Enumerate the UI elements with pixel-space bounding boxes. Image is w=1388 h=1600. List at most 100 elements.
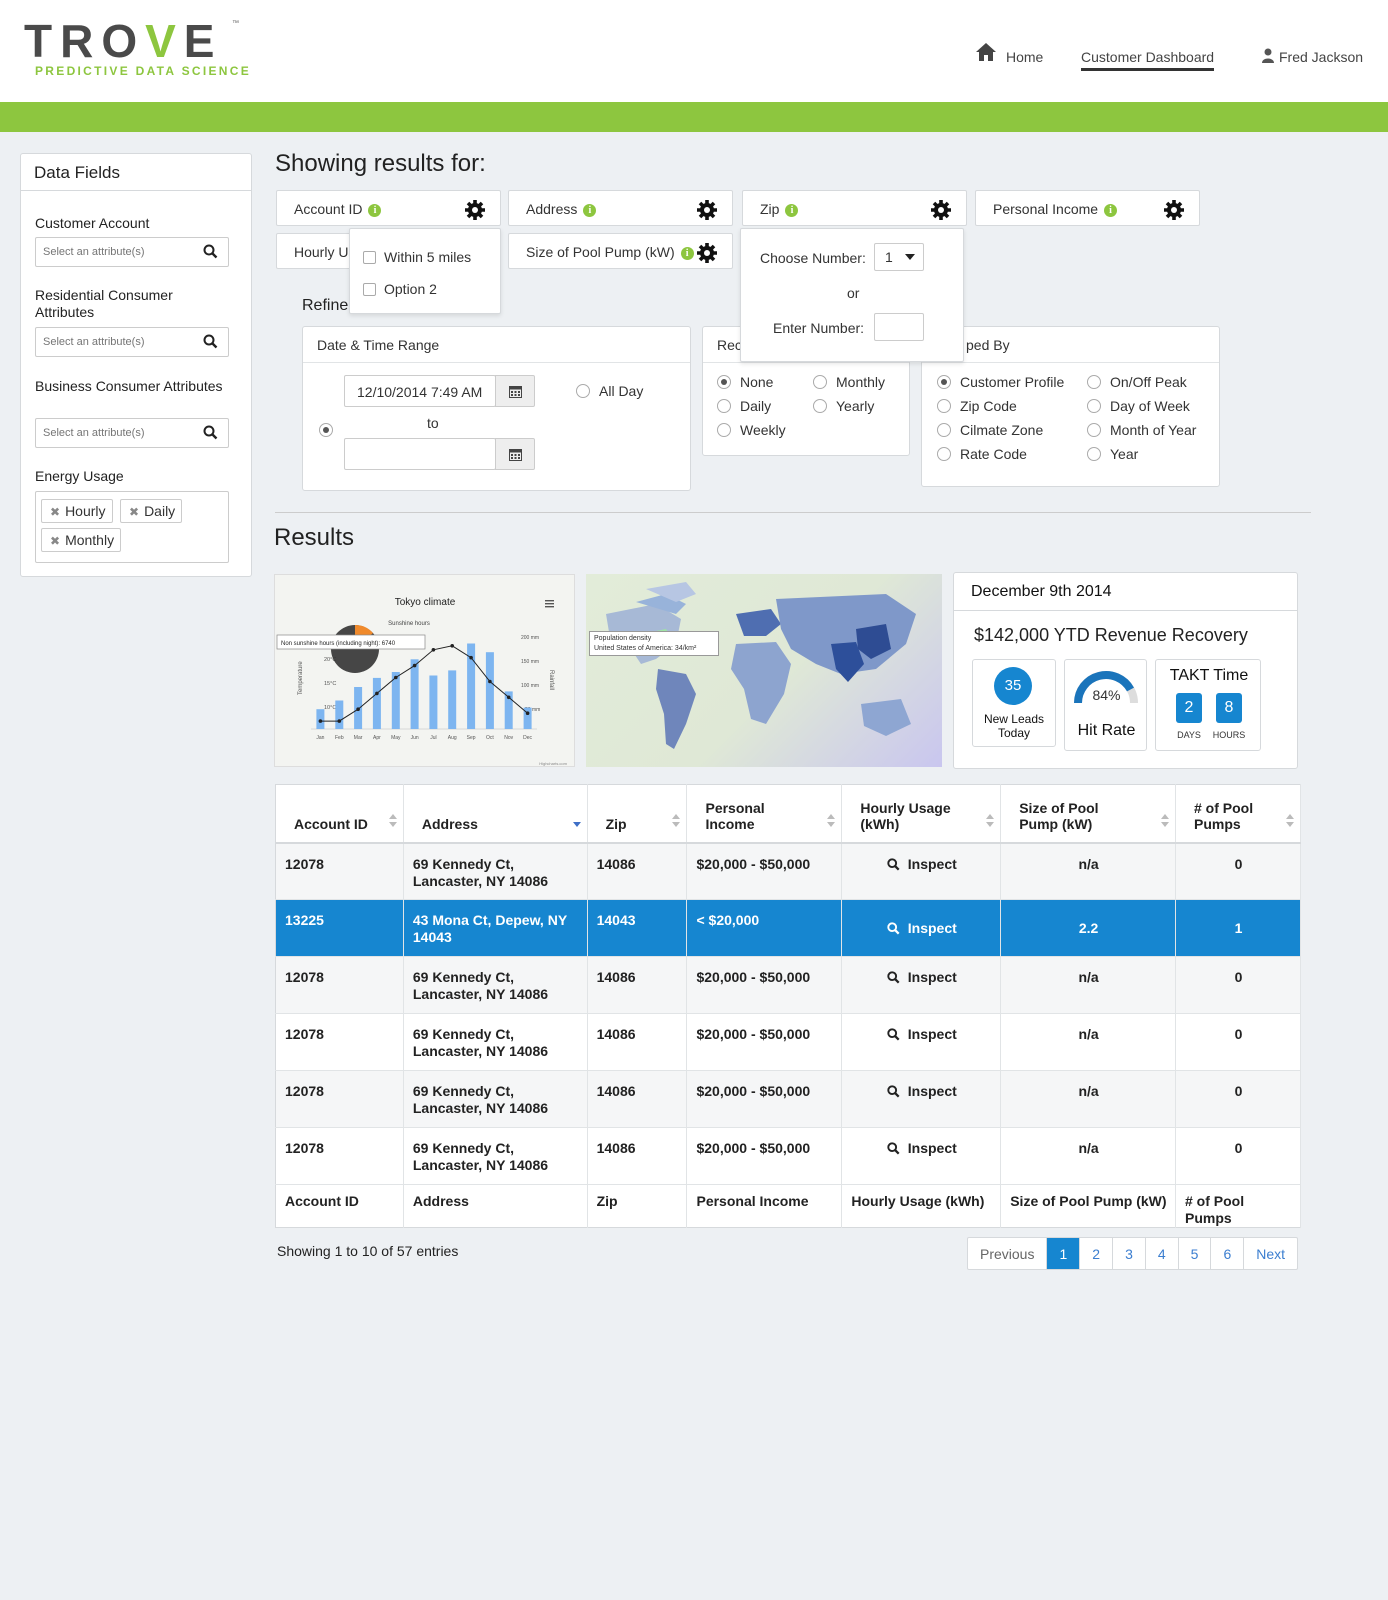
col-zip[interactable]: Zip xyxy=(587,784,688,844)
recurrence-daily[interactable]: Daily xyxy=(717,398,771,414)
tag-hourly[interactable]: ✖ Hourly xyxy=(41,499,113,523)
pagination-page-5[interactable]: 5 xyxy=(1179,1238,1212,1269)
residential-input[interactable] xyxy=(36,328,196,356)
chip-zip[interactable]: Zip i xyxy=(742,190,967,226)
calendar-button[interactable] xyxy=(495,438,535,470)
all-day-option[interactable]: All Day xyxy=(576,383,643,399)
gear-icon[interactable] xyxy=(464,199,486,221)
col-hourly-usage[interactable]: Hourly Usage (kWh) xyxy=(841,784,1002,844)
radio[interactable] xyxy=(576,384,590,398)
chip-personal-income[interactable]: Personal Income i xyxy=(975,190,1200,226)
col-pool-pump-count[interactable]: # of Pool Pumps xyxy=(1175,784,1301,844)
brand-logo[interactable]: TROVE xyxy=(24,14,222,68)
remove-icon[interactable]: ✖ xyxy=(50,505,60,519)
start-date-input[interactable]: 12/10/2014 7:49 AM xyxy=(344,375,496,407)
enter-number-input[interactable] xyxy=(874,313,924,341)
radio[interactable] xyxy=(937,447,951,461)
business-input[interactable] xyxy=(36,419,196,447)
tag-monthly[interactable]: ✖ Monthly xyxy=(41,528,122,552)
inspect-link[interactable]: Inspect xyxy=(887,969,957,985)
pagination-next[interactable]: Next xyxy=(1244,1238,1297,1269)
table-row[interactable]: 12078 69 Kennedy Ct, Lancaster, NY 14086 1… xyxy=(275,1127,1301,1185)
chip-address[interactable]: Address i xyxy=(508,190,733,226)
gear-icon[interactable] xyxy=(1163,199,1185,221)
home-icon[interactable] xyxy=(975,42,997,65)
inspect-link[interactable]: Inspect xyxy=(887,1140,957,1156)
tag-daily[interactable]: ✖ Daily xyxy=(120,499,183,523)
sort-icon[interactable] xyxy=(827,813,836,828)
nav-customer-dashboard[interactable]: Customer Dashboard xyxy=(1081,49,1215,71)
info-icon[interactable]: i xyxy=(583,204,597,217)
pagination-page-3[interactable]: 3 xyxy=(1113,1238,1146,1269)
radio[interactable] xyxy=(937,423,951,437)
group-on-off-peak[interactable]: On/Off Peak xyxy=(1087,374,1187,390)
group-day-of-week[interactable]: Day of Week xyxy=(1087,398,1190,414)
sort-icon[interactable] xyxy=(672,813,681,828)
inspect-link[interactable]: Inspect xyxy=(887,1026,957,1042)
search-icon[interactable] xyxy=(203,334,218,349)
group-zip-code[interactable]: Zip Code xyxy=(937,398,1017,414)
checkbox[interactable] xyxy=(363,283,376,296)
recurrence-none[interactable]: None xyxy=(717,374,773,390)
radio[interactable] xyxy=(1087,375,1101,389)
table-row[interactable]: 12078 69 Kennedy Ct, Lancaster, NY 14086 1… xyxy=(275,842,1301,900)
end-date-input[interactable] xyxy=(344,438,496,470)
customer-account-input[interactable] xyxy=(36,238,196,266)
info-icon[interactable]: i xyxy=(368,204,382,217)
info-icon[interactable]: i xyxy=(680,247,694,260)
date-range-radio[interactable] xyxy=(319,423,333,437)
choose-number-select[interactable]: 1 xyxy=(874,243,924,271)
sort-icon[interactable] xyxy=(1286,813,1294,828)
pagination-page-6[interactable]: 6 xyxy=(1211,1238,1245,1269)
radio[interactable] xyxy=(813,375,827,389)
recurrence-monthly[interactable]: Monthly xyxy=(813,374,885,390)
nav-home[interactable]: Home xyxy=(1006,49,1043,65)
pagination-page-1[interactable]: 1 xyxy=(1047,1238,1081,1269)
option-within-5-miles[interactable]: Within 5 miles xyxy=(363,249,471,265)
population-map-thumbnail[interactable]: Population density United States of Amer… xyxy=(586,574,942,767)
search-icon[interactable] xyxy=(203,425,218,440)
option-2[interactable]: Option 2 xyxy=(363,281,437,297)
recurrence-yearly[interactable]: Yearly xyxy=(813,398,874,414)
sort-desc-icon[interactable] xyxy=(572,814,581,828)
radio[interactable] xyxy=(717,375,731,389)
remove-icon[interactable]: ✖ xyxy=(129,505,139,519)
takt-time-card[interactable]: TAKT Time 2 8 DAYS HOURS xyxy=(1155,659,1261,751)
sort-icon[interactable] xyxy=(986,813,995,828)
inspect-link[interactable]: Inspect xyxy=(887,920,957,936)
table-row[interactable]: 12078 69 Kennedy Ct, Lancaster, NY 14086 1… xyxy=(275,1070,1301,1128)
table-row[interactable]: 12078 69 Kennedy Ct, Lancaster, NY 14086 1… xyxy=(275,956,1301,1014)
sort-icon[interactable] xyxy=(1161,813,1169,828)
hit-rate-card[interactable]: 84% Hit Rate xyxy=(1064,659,1147,751)
group-rate-code[interactable]: Rate Code xyxy=(937,446,1027,462)
recurrence-weekly[interactable]: Weekly xyxy=(717,422,786,438)
inspect-link[interactable]: Inspect xyxy=(887,856,957,872)
col-pool-pump-size[interactable]: Size of Pool Pump (kW) xyxy=(1000,784,1176,844)
info-icon[interactable]: i xyxy=(1104,204,1118,217)
customer-account-search[interactable] xyxy=(35,237,229,267)
radio[interactable] xyxy=(1087,423,1101,437)
table-row[interactable]: 12078 69 Kennedy Ct, Lancaster, NY 14086 1… xyxy=(275,1013,1301,1071)
radio[interactable] xyxy=(717,423,731,437)
search-icon[interactable] xyxy=(203,244,218,259)
inspect-link[interactable]: Inspect xyxy=(887,1083,957,1099)
col-address[interactable]: Address xyxy=(403,784,588,844)
group-year[interactable]: Year xyxy=(1087,446,1138,462)
chip-pool-pump[interactable]: Size of Pool Pump (kW) i xyxy=(508,233,733,269)
radio[interactable] xyxy=(937,375,951,389)
info-icon[interactable]: i xyxy=(785,204,799,217)
gear-icon[interactable] xyxy=(696,242,718,264)
radio[interactable] xyxy=(717,399,731,413)
sort-icon[interactable] xyxy=(388,813,397,828)
business-search[interactable] xyxy=(35,418,229,448)
climate-chart-thumbnail[interactable]: Tokyo climate Sunshine hours Temperature… xyxy=(274,574,575,767)
remove-icon[interactable]: ✖ xyxy=(50,534,60,548)
radio[interactable] xyxy=(1087,447,1101,461)
pagination-previous[interactable]: Previous xyxy=(968,1238,1048,1269)
gear-icon[interactable] xyxy=(930,199,952,221)
calendar-button[interactable] xyxy=(495,375,535,407)
group-month-of-year[interactable]: Month of Year xyxy=(1087,422,1196,438)
col-personal-income[interactable]: Personal Income xyxy=(686,784,843,844)
group-climate-zone[interactable]: Cilmate Zone xyxy=(937,422,1043,438)
menu-icon[interactable] xyxy=(545,600,554,608)
